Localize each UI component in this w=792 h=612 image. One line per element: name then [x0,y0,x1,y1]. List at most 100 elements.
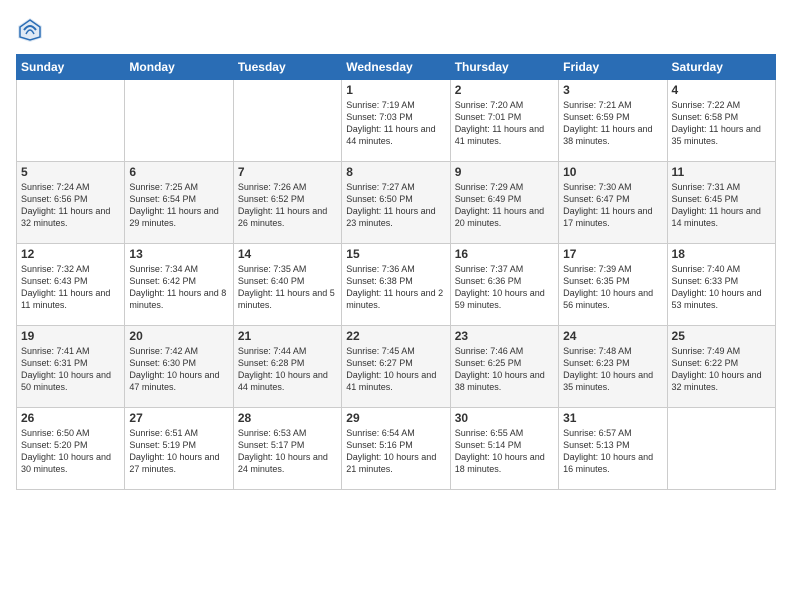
day-cell: 18Sunrise: 7:40 AM Sunset: 6:33 PM Dayli… [667,244,775,326]
day-info: Sunrise: 7:36 AM Sunset: 6:38 PM Dayligh… [346,263,445,312]
day-number: 31 [563,411,662,425]
day-cell: 28Sunrise: 6:53 AM Sunset: 5:17 PM Dayli… [233,408,341,490]
day-info: Sunrise: 6:54 AM Sunset: 5:16 PM Dayligh… [346,427,445,476]
day-cell: 27Sunrise: 6:51 AM Sunset: 5:19 PM Dayli… [125,408,233,490]
day-info: Sunrise: 7:45 AM Sunset: 6:27 PM Dayligh… [346,345,445,394]
day-cell: 30 Sunrise: 6:55 AM Sunset: 5:14 PM Dayli… [450,408,558,490]
week-row-5: 26 Sunrise: 6:50 AM Sunset: 5:20 PM Dayli… [17,408,776,490]
day-cell: 17 Sunrise: 7:39 AM Sunset: 6:35 PM Dayli… [559,244,667,326]
day-cell: 19 Sunrise: 7:41 AM Sunset: 6:31 PM Dayli… [17,326,125,408]
page: SundayMondayTuesdayWednesdayThursdayFrid… [0,0,792,612]
day-number: 1 [346,83,445,97]
day-number: 13 [129,247,228,261]
day-info: Sunrise: 7:48 AM Sunset: 6:23 PM Dayligh… [563,345,662,394]
logo-icon [16,16,44,44]
day-info: Sunrise: 7:19 AM Sunset: 7:03 PM Dayligh… [346,99,445,148]
day-info: Sunrise: 7:26 AM Sunset: 6:52 PM Dayligh… [238,181,337,230]
day-info: Sunrise: 7:42 AM Sunset: 6:30 PM Dayligh… [129,345,228,394]
day-number: 12 [21,247,120,261]
day-info: Sunrise: 7:39 AM Sunset: 6:35 PM Dayligh… [563,263,662,312]
day-cell: 11 Sunrise: 7:31 AM Sunset: 6:45 PM Dayli… [667,162,775,244]
day-number: 5 [21,165,120,179]
day-info: Sunrise: 7:35 AM Sunset: 6:40 PM Dayligh… [238,263,337,312]
day-number: 7 [238,165,337,179]
day-number: 9 [455,165,554,179]
day-cell: 15 Sunrise: 7:36 AM Sunset: 6:38 PM Dayli… [342,244,450,326]
week-row-1: 1 Sunrise: 7:19 AM Sunset: 7:03 PM Daylig… [17,80,776,162]
day-cell: 9 Sunrise: 7:29 AM Sunset: 6:49 PM Daylig… [450,162,558,244]
day-number: 4 [672,83,771,97]
day-info: Sunrise: 6:55 AM Sunset: 5:14 PM Dayligh… [455,427,554,476]
day-cell: 12 Sunrise: 7:32 AM Sunset: 6:43 PM Dayli… [17,244,125,326]
day-number: 14 [238,247,337,261]
week-row-3: 12 Sunrise: 7:32 AM Sunset: 6:43 PM Dayli… [17,244,776,326]
week-row-2: 5Sunrise: 7:24 AM Sunset: 6:56 PM Daylig… [17,162,776,244]
day-info: Sunrise: 6:57 AM Sunset: 5:13 PM Dayligh… [563,427,662,476]
day-cell: 31 Sunrise: 6:57 AM Sunset: 5:13 PM Dayli… [559,408,667,490]
day-number: 19 [21,329,120,343]
day-info: Sunrise: 7:49 AM Sunset: 6:22 PM Dayligh… [672,345,771,394]
day-info: Sunrise: 7:29 AM Sunset: 6:49 PM Dayligh… [455,181,554,230]
day-cell: 7 Sunrise: 7:26 AM Sunset: 6:52 PM Daylig… [233,162,341,244]
day-number: 26 [21,411,120,425]
day-number: 30 [455,411,554,425]
day-cell: 1 Sunrise: 7:19 AM Sunset: 7:03 PM Daylig… [342,80,450,162]
day-info: Sunrise: 7:30 AM Sunset: 6:47 PM Dayligh… [563,181,662,230]
day-cell: 29 Sunrise: 6:54 AM Sunset: 5:16 PM Dayli… [342,408,450,490]
day-number: 6 [129,165,228,179]
day-number: 10 [563,165,662,179]
day-cell: 3 Sunrise: 7:21 AM Sunset: 6:59 PM Daylig… [559,80,667,162]
day-info: Sunrise: 7:41 AM Sunset: 6:31 PM Dayligh… [21,345,120,394]
day-cell: 13Sunrise: 7:34 AM Sunset: 6:42 PM Dayli… [125,244,233,326]
day-cell: 26 Sunrise: 6:50 AM Sunset: 5:20 PM Dayli… [17,408,125,490]
day-number: 8 [346,165,445,179]
day-info: Sunrise: 7:20 AM Sunset: 7:01 PM Dayligh… [455,99,554,148]
day-header-monday: Monday [125,55,233,80]
header [16,16,776,44]
day-cell [667,408,775,490]
day-number: 3 [563,83,662,97]
day-cell: 20 Sunrise: 7:42 AM Sunset: 6:30 PM Dayli… [125,326,233,408]
day-header-tuesday: Tuesday [233,55,341,80]
day-number: 23 [455,329,554,343]
day-cell: 10 Sunrise: 7:30 AM Sunset: 6:47 PM Dayli… [559,162,667,244]
day-info: Sunrise: 6:50 AM Sunset: 5:20 PM Dayligh… [21,427,120,476]
day-number: 18 [672,247,771,261]
day-number: 22 [346,329,445,343]
day-info: Sunrise: 7:32 AM Sunset: 6:43 PM Dayligh… [21,263,120,312]
day-info: Sunrise: 7:37 AM Sunset: 6:36 PM Dayligh… [455,263,554,312]
day-info: Sunrise: 7:31 AM Sunset: 6:45 PM Dayligh… [672,181,771,230]
day-cell: 5Sunrise: 7:24 AM Sunset: 6:56 PM Daylig… [17,162,125,244]
day-info: Sunrise: 6:51 AM Sunset: 5:19 PM Dayligh… [129,427,228,476]
day-number: 2 [455,83,554,97]
logo [16,16,48,44]
day-number: 15 [346,247,445,261]
day-cell [233,80,341,162]
day-info: Sunrise: 7:46 AM Sunset: 6:25 PM Dayligh… [455,345,554,394]
day-header-friday: Friday [559,55,667,80]
day-header-saturday: Saturday [667,55,775,80]
day-number: 20 [129,329,228,343]
day-cell: 16 Sunrise: 7:37 AM Sunset: 6:36 PM Dayli… [450,244,558,326]
day-cell: 6Sunrise: 7:25 AM Sunset: 6:54 PM Daylig… [125,162,233,244]
day-cell: 22 Sunrise: 7:45 AM Sunset: 6:27 PM Dayli… [342,326,450,408]
day-info: Sunrise: 7:21 AM Sunset: 6:59 PM Dayligh… [563,99,662,148]
day-info: Sunrise: 7:44 AM Sunset: 6:28 PM Dayligh… [238,345,337,394]
day-number: 24 [563,329,662,343]
day-info: Sunrise: 6:53 AM Sunset: 5:17 PM Dayligh… [238,427,337,476]
header-row: SundayMondayTuesdayWednesdayThursdayFrid… [17,55,776,80]
day-number: 25 [672,329,771,343]
day-number: 11 [672,165,771,179]
day-number: 16 [455,247,554,261]
day-cell: 21 Sunrise: 7:44 AM Sunset: 6:28 PM Dayli… [233,326,341,408]
day-cell: 14 Sunrise: 7:35 AM Sunset: 6:40 PM Dayli… [233,244,341,326]
week-row-4: 19 Sunrise: 7:41 AM Sunset: 6:31 PM Dayli… [17,326,776,408]
day-cell: 24 Sunrise: 7:48 AM Sunset: 6:23 PM Dayli… [559,326,667,408]
day-cell: 8Sunrise: 7:27 AM Sunset: 6:50 PM Daylig… [342,162,450,244]
day-cell: 4 Sunrise: 7:22 AM Sunset: 6:58 PM Daylig… [667,80,775,162]
day-number: 17 [563,247,662,261]
day-header-wednesday: Wednesday [342,55,450,80]
day-number: 21 [238,329,337,343]
day-number: 29 [346,411,445,425]
day-info: Sunrise: 7:22 AM Sunset: 6:58 PM Dayligh… [672,99,771,148]
